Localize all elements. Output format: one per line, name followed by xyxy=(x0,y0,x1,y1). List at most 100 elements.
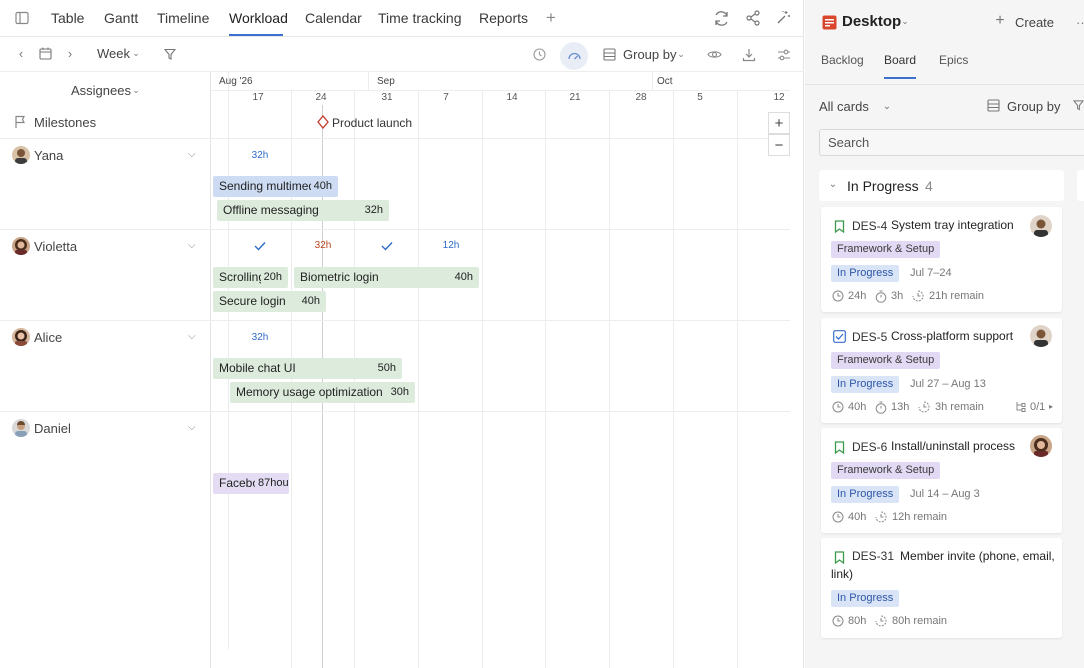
avatar xyxy=(12,419,30,437)
chevron-down-icon[interactable]: ⌵ xyxy=(188,331,196,342)
tab-time-tracking[interactable]: Time tracking xyxy=(378,10,462,26)
tab-calendar[interactable]: Calendar xyxy=(305,10,362,26)
tab-table[interactable]: Table xyxy=(51,10,84,26)
zoom-in-button[interactable]: + xyxy=(768,112,790,134)
task-bar[interactable]: Offline messaging 32h xyxy=(217,200,389,221)
epic-tag: Framework & Setup xyxy=(831,352,941,369)
task-hours: 87hours xyxy=(255,473,289,494)
eye-icon[interactable] xyxy=(706,46,723,63)
card-title: Cross-platform support xyxy=(891,329,1014,343)
assignee-name[interactable]: Daniel xyxy=(34,421,71,436)
card[interactable]: DES-6 Install/uninstall process Framewor… xyxy=(821,428,1062,533)
week-select[interactable]: Week xyxy=(97,46,130,61)
grid-line xyxy=(673,90,674,668)
task-bar[interactable]: Sending multimedia 40h xyxy=(213,176,338,197)
grid-line xyxy=(368,71,369,90)
task-hours: 20h xyxy=(260,267,282,288)
prev-week-icon[interactable]: ‹ xyxy=(15,46,27,61)
group-by-button[interactable]: Group by xyxy=(1007,99,1060,114)
bookmark-icon xyxy=(833,219,845,233)
grid-line xyxy=(482,90,483,668)
milestone-name[interactable]: Product launch xyxy=(332,116,412,130)
remaining-icon xyxy=(874,614,888,628)
task-bar[interactable]: Secure login 40h xyxy=(213,291,326,312)
card-key: DES-4 xyxy=(852,219,888,233)
assignee-name[interactable]: Yana xyxy=(34,148,63,163)
chevron-down-icon[interactable]: ⌄ xyxy=(828,179,838,190)
time-remaining: 12h remain xyxy=(892,511,948,523)
download-icon[interactable] xyxy=(740,46,757,63)
tab-timeline[interactable]: Timeline xyxy=(157,10,209,26)
status-badge: In Progress xyxy=(831,590,900,607)
next-week-icon[interactable]: › xyxy=(64,46,76,61)
milestone-diamond-icon[interactable] xyxy=(316,115,329,129)
filter-icon[interactable] xyxy=(1073,98,1084,112)
task-bar[interactable]: Mobile chat UI 50h xyxy=(213,358,402,379)
day-label: 24 xyxy=(315,92,327,103)
card-filter-select[interactable]: All cards xyxy=(819,99,869,114)
zoom-out-button[interactable]: − xyxy=(768,134,790,156)
magic-wand-icon[interactable] xyxy=(773,8,793,28)
chevron-down-icon[interactable]: ⌵ xyxy=(188,149,196,160)
chevron-down-icon: ⌄ xyxy=(132,84,140,95)
column-title: In Progress xyxy=(847,178,919,194)
group-by-button[interactable]: Group by xyxy=(623,47,676,62)
flag-icon xyxy=(12,114,28,130)
share-icon[interactable] xyxy=(743,8,763,28)
divider xyxy=(805,84,1084,85)
calendar-icon[interactable] xyxy=(38,46,53,61)
assignee-name[interactable]: Alice xyxy=(34,330,62,345)
tab-epics[interactable]: Epics xyxy=(939,53,968,67)
card-dates: Jul 14 – Aug 3 xyxy=(910,488,980,500)
assignees-header[interactable]: Assignees xyxy=(71,83,131,98)
tab-workload[interactable]: Workload xyxy=(229,10,288,26)
tab-reports[interactable]: Reports xyxy=(479,10,528,26)
time-spent: 13h xyxy=(891,401,910,413)
grid-line xyxy=(545,90,546,668)
create-button[interactable]: Create xyxy=(1015,15,1054,30)
task-bar[interactable]: Memory usage optimization 30h xyxy=(230,382,415,403)
more-icon[interactable]: ·· xyxy=(1076,15,1084,30)
tab-backlog[interactable]: Backlog xyxy=(821,53,864,67)
estimate: 40h xyxy=(848,401,867,413)
hours-label: 32h xyxy=(251,150,269,161)
subtask-count: 0/1 xyxy=(1030,401,1046,413)
grid-line xyxy=(354,90,355,668)
month-label: Aug '26 xyxy=(219,76,253,87)
task-bar[interactable]: Facebook 87hours xyxy=(213,473,289,494)
capacity-toggle[interactable] xyxy=(560,42,588,70)
search-input[interactable]: Search xyxy=(819,129,1084,156)
card[interactable]: DES-4 System tray integration Framework … xyxy=(821,207,1062,312)
project-title[interactable]: Desktop xyxy=(842,13,901,30)
chevron-down-icon[interactable]: ⌄ xyxy=(900,16,910,26)
group-by-icon xyxy=(986,98,1000,112)
chevron-down-icon[interactable]: ⌵ xyxy=(188,240,196,251)
day-label: 12 xyxy=(773,92,785,103)
estimate: 24h xyxy=(848,290,867,302)
epic-tag: Framework & Setup xyxy=(831,241,941,258)
task-bar[interactable]: Biometric login 40h xyxy=(294,267,479,288)
board-panel: Desktop ⌄ + Create ·· Backlog Board Epic… xyxy=(805,0,1084,668)
task-hours: 40h xyxy=(310,176,332,197)
tab-gantt[interactable]: Gantt xyxy=(104,10,138,26)
column-header[interactable]: ⌄ In Progress 4 xyxy=(819,170,1064,201)
history-icon[interactable] xyxy=(531,46,547,62)
card[interactable]: DES-31 Member invite (phone, email, link)… xyxy=(821,538,1062,638)
task-hours: 30h xyxy=(387,382,409,403)
tab-board[interactable]: Board xyxy=(884,53,916,67)
status-badge: In Progress xyxy=(831,376,900,393)
sync-icon[interactable] xyxy=(711,8,731,28)
card-key: DES-31 xyxy=(852,549,895,563)
filter-icon[interactable] xyxy=(162,46,177,61)
card[interactable]: DES-5 Cross-platform support Framework &… xyxy=(821,318,1062,423)
chevron-down-icon[interactable]: ⌵ xyxy=(188,422,196,433)
sidebar-toggle-icon[interactable] xyxy=(14,10,30,26)
task-bar[interactable]: Scrolling 20h xyxy=(213,267,288,288)
subtasks-icon xyxy=(1014,400,1027,413)
task-hours: 50h xyxy=(374,358,396,379)
assignee-name[interactable]: Violetta xyxy=(34,239,77,254)
chevron-right-icon[interactable]: ▸ xyxy=(1049,400,1053,413)
settings-sliders-icon[interactable] xyxy=(775,46,792,63)
add-view-icon[interactable]: + xyxy=(543,8,559,27)
time-remaining: 3h remain xyxy=(935,401,984,413)
